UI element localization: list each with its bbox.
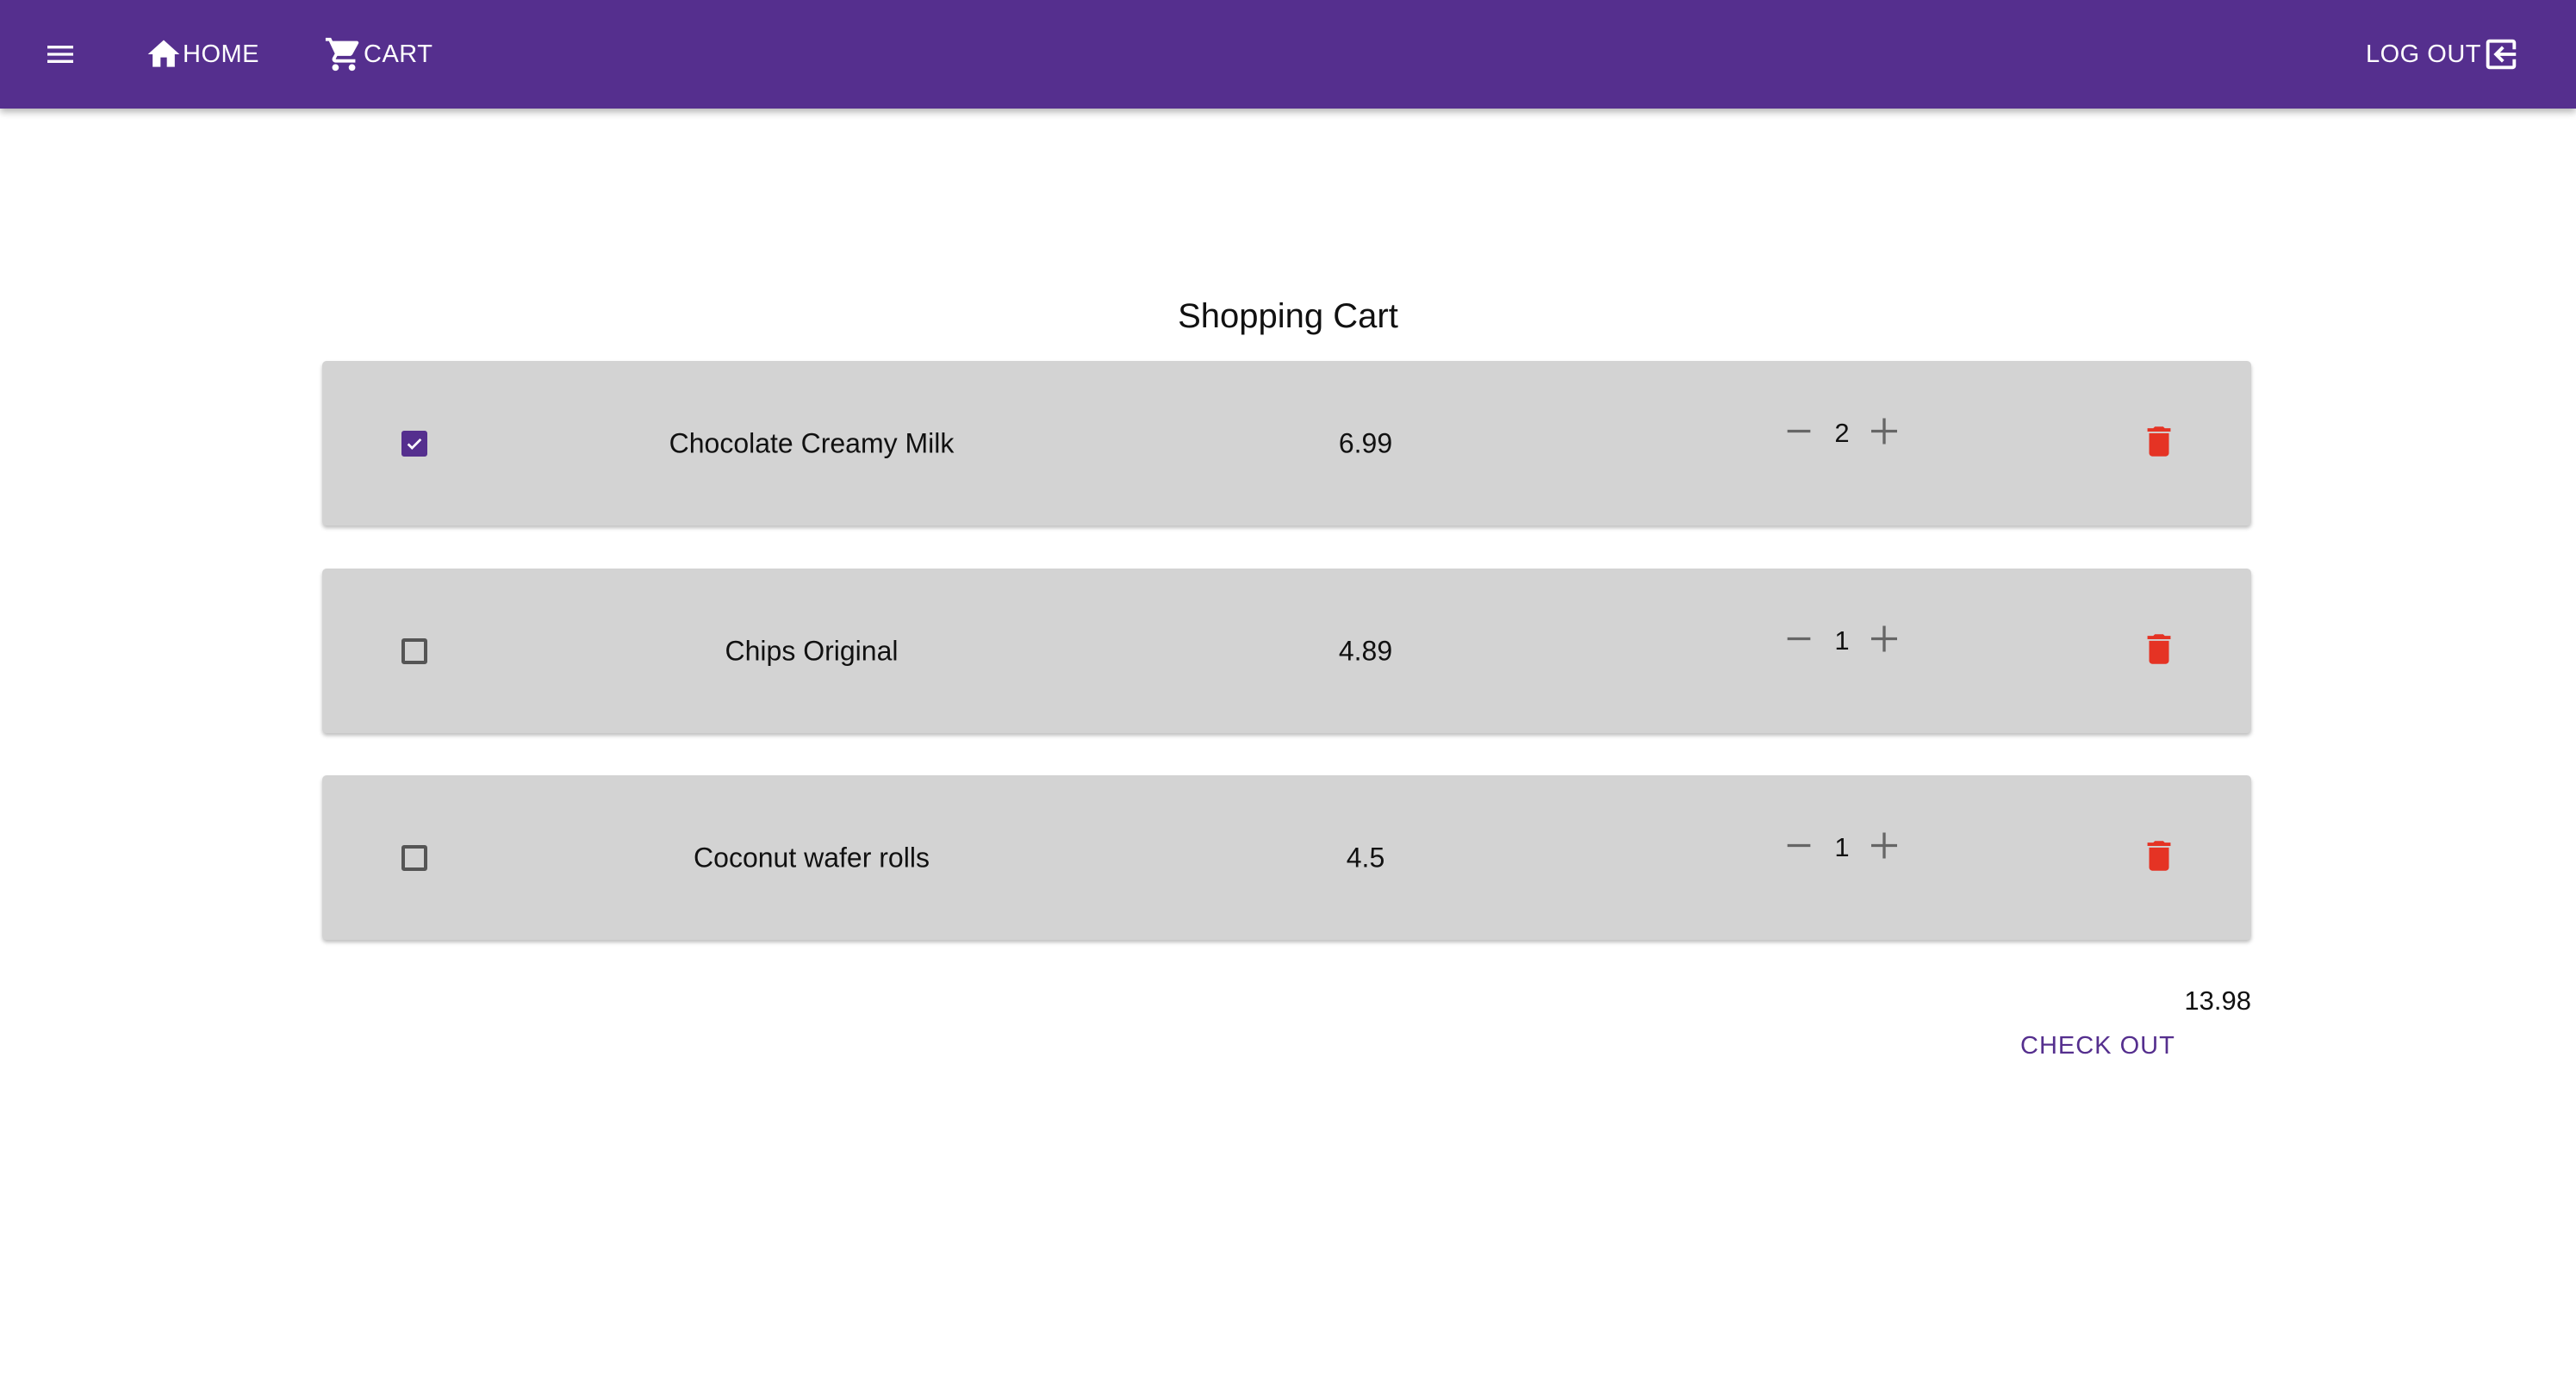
- trash-icon: [2147, 633, 2171, 664]
- logout-label: LOG OUT: [2366, 40, 2482, 68]
- item-name: Chips Original: [725, 635, 899, 666]
- hamburger-menu-icon: [47, 46, 73, 63]
- item-quantity: 2: [1834, 418, 1850, 449]
- cart-item: Chips Original 4.89 1: [322, 569, 2251, 733]
- menu-button[interactable]: [43, 0, 78, 109]
- logout-icon: [2486, 39, 2517, 70]
- item-checkbox[interactable]: [401, 637, 427, 664]
- logout-button[interactable]: LOG OUT: [2366, 0, 2521, 109]
- trash-icon: [2147, 840, 2171, 871]
- decrease-quantity-button[interactable]: [1782, 829, 1816, 867]
- minus-icon: [1787, 637, 1811, 641]
- cart-total: 13.98: [2184, 986, 2251, 1016]
- check-out-button[interactable]: CHECK OUT: [2020, 1032, 2175, 1060]
- item-checkbox[interactable]: [401, 430, 427, 457]
- delete-item-button[interactable]: [2139, 421, 2179, 465]
- item-price: 4.89: [1338, 635, 1393, 666]
- increase-quantity-button[interactable]: [1867, 622, 1901, 661]
- item-name: Chocolate Creamy Milk: [669, 427, 955, 458]
- minus-icon: [1787, 429, 1811, 433]
- plus-icon: [1871, 418, 1897, 445]
- home-icon: [147, 40, 180, 67]
- cart-item: Coconut wafer rolls 4.5 1: [322, 775, 2251, 940]
- plus-icon: [1871, 832, 1897, 859]
- home-label: HOME: [183, 40, 259, 68]
- increase-quantity-button[interactable]: [1867, 414, 1901, 453]
- item-checkbox[interactable]: [401, 844, 427, 871]
- item-price: 6.99: [1338, 427, 1393, 458]
- decrease-quantity-button[interactable]: [1782, 622, 1816, 661]
- home-link[interactable]: HOME: [145, 0, 259, 109]
- check-icon: [407, 438, 422, 450]
- item-name: Coconut wafer rolls: [694, 842, 930, 873]
- page-title: Shopping Cart: [1178, 297, 1398, 335]
- item-quantity: 1: [1834, 625, 1850, 656]
- app-bar: HOME CART LOG OUT: [0, 0, 2576, 109]
- minus-icon: [1787, 843, 1811, 848]
- cart-link[interactable]: CART: [324, 0, 432, 109]
- item-price: 4.5: [1346, 842, 1385, 873]
- item-quantity: 1: [1834, 832, 1850, 863]
- cart-item: Chocolate Creamy Milk 6.99 2: [322, 361, 2251, 525]
- plus-icon: [1871, 625, 1897, 652]
- delete-item-button[interactable]: [2139, 836, 2179, 880]
- trash-icon: [2147, 426, 2171, 457]
- increase-quantity-button[interactable]: [1867, 829, 1901, 867]
- delete-item-button[interactable]: [2139, 629, 2179, 673]
- decrease-quantity-button[interactable]: [1782, 414, 1816, 453]
- cart-label: CART: [364, 40, 433, 68]
- cart-icon: [325, 37, 359, 72]
